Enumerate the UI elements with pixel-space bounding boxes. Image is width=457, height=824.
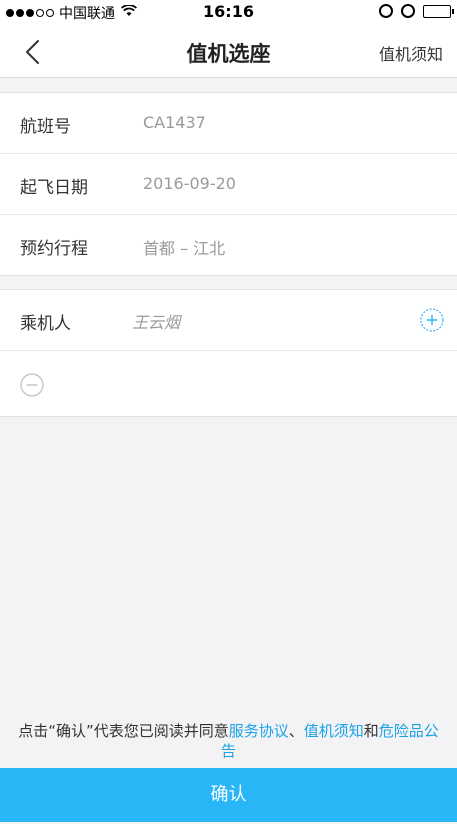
flight-info-group: 航班号 CA1437 起飞日期 2016-09-20 预约行程 首都 – 江北 [0, 92, 457, 276]
minus-circle-icon [20, 373, 44, 397]
battery-icon [423, 4, 454, 18]
rotation-lock-icon [379, 4, 393, 18]
agreement-prefix: 点击“确认”代表您已阅读并同意 [18, 722, 229, 740]
add-passenger-button[interactable] [420, 308, 444, 332]
alarm-icon [401, 4, 415, 18]
departure-date-label: 起飞日期 [20, 178, 88, 198]
checkin-notice-button[interactable]: 值机须知 [379, 41, 443, 65]
status-bar: 中国联通 16:16 [0, 0, 457, 26]
confirm-button[interactable]: 确认 [0, 768, 457, 822]
agreement-sep: 、 [288, 722, 304, 740]
flight-number-value: CA1437 [143, 113, 206, 132]
itinerary-value: 首都 – 江北 [143, 239, 226, 258]
service-agreement-link[interactable]: 服务协议 [229, 722, 289, 740]
passenger-group: 乘机人 王云烟 [0, 289, 457, 417]
flight-number-row: 航班号 CA1437 [0, 93, 457, 154]
itinerary-label: 预约行程 [20, 239, 88, 259]
plus-circle-icon [420, 308, 444, 332]
passenger-row: 乘机人 王云烟 [0, 290, 457, 351]
passenger-label: 乘机人 [20, 314, 71, 334]
agreement-text: 点击“确认”代表您已阅读并同意服务协议、值机须知和危险品公告 [14, 721, 443, 761]
flight-number-label: 航班号 [20, 117, 71, 137]
passenger-entry-row [0, 351, 457, 417]
departure-date-row: 起飞日期 2016-09-20 [0, 154, 457, 215]
passenger-name: 王云烟 [132, 313, 181, 332]
itinerary-row: 预约行程 首都 – 江北 [0, 215, 457, 276]
agreement-and: 和 [363, 722, 379, 740]
nav-bar: 值机选座 值机须知 [0, 26, 457, 78]
status-right [379, 4, 454, 18]
checkin-notice-link[interactable]: 值机须知 [304, 722, 364, 740]
remove-passenger-button[interactable] [20, 373, 44, 397]
departure-date-value: 2016-09-20 [143, 174, 236, 193]
